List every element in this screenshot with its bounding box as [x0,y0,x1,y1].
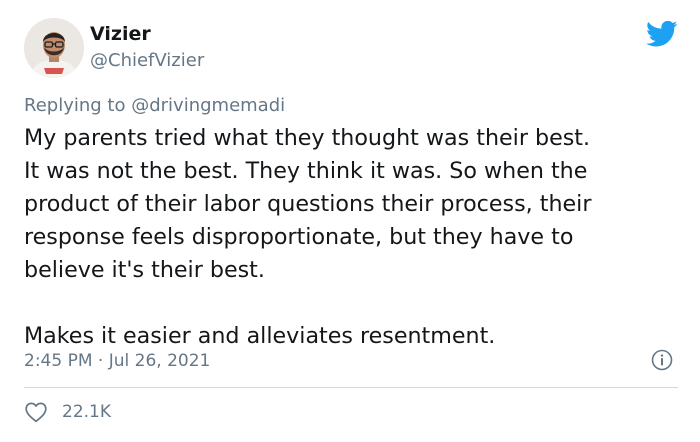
tweet-text-line: It was not the best. They think it was. … [24,158,588,184]
heart-icon[interactable] [24,401,48,423]
twitter-bird-icon [646,20,678,48]
reply-mention-link[interactable]: @drivingmemadi [131,95,285,116]
avatar[interactable] [24,18,84,78]
tweet-timestamp[interactable]: 2:45 PM · Jul 26, 2021 [24,350,210,372]
tweet-card: Vizier @ChiefVizier Replying to @driving… [0,0,700,442]
tweet-text-line: product of their labor questions their p… [24,191,592,217]
tweet-text-line: Makes it easier and alleviates resentmen… [24,323,496,349]
display-name[interactable]: Vizier [90,22,151,46]
tweet-text: My parents tried what they thought was t… [24,122,684,353]
tweet-text-line: response feels disproportionate, but the… [24,224,574,250]
tweet-text-line: believe it's their best. [24,257,265,283]
info-icon[interactable] [651,349,673,371]
divider [24,387,678,388]
replying-to: Replying to @drivingmemadi [24,94,285,118]
replying-to-label: Replying to [24,95,126,116]
tweet-text-line: My parents tried what they thought was t… [24,125,591,151]
user-handle[interactable]: @ChiefVizier [90,49,204,73]
like-count: 22.1K [62,402,111,422]
user-avatar-icon [24,18,84,78]
